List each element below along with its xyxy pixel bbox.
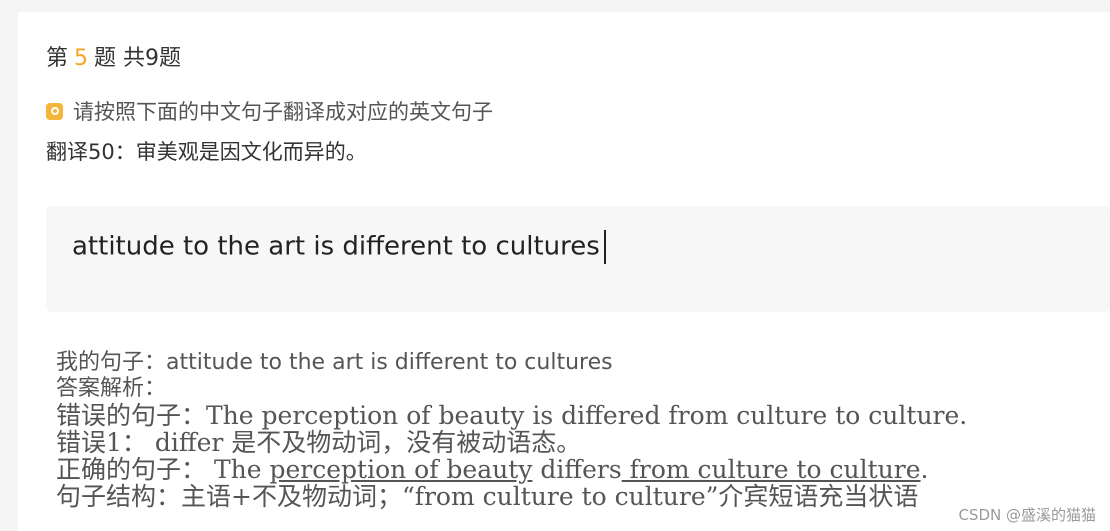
error-note: 错误1： differ 是不及物动词，没有被动语态。 bbox=[56, 428, 582, 457]
correct-part-end: . bbox=[920, 455, 929, 484]
correct-label: 正确的句子： bbox=[56, 455, 214, 484]
analysis-label: 答案解析： bbox=[56, 376, 167, 401]
question-header: 第5题 共9题 bbox=[46, 40, 181, 72]
instruction-text: 请按照下面的中文句子翻译成对应的英文句子 bbox=[73, 100, 493, 124]
instruction: 请按照下面的中文句子翻译成对应的英文句子 bbox=[46, 96, 493, 126]
correct-sentence: 正确的句子： The perception of beauty differs … bbox=[56, 456, 967, 483]
prompt-sentence: 翻译50：审美观是因文化而异的。 bbox=[46, 140, 367, 164]
wrong-sentence: 错误的句子：The perception of beauty is differ… bbox=[56, 401, 968, 430]
answer-input[interactable]: attitude to the art is different to cult… bbox=[46, 206, 1110, 312]
correct-part-verb: differs bbox=[532, 455, 622, 484]
correct-part-subject: perception of beauty bbox=[269, 455, 533, 484]
correct-part-adverbial: from culture to culture bbox=[621, 455, 921, 484]
watermark: CSDN @盛溪的猫猫 bbox=[958, 506, 1096, 524]
answer-value[interactable]: attitude to the art is different to cult… bbox=[72, 232, 600, 262]
question-card: 第5题 共9题 请按照下面的中文句子翻译成对应的英文句子 翻译50：审美观是因文… bbox=[18, 12, 1110, 531]
correct-part: The bbox=[213, 455, 270, 484]
question-icon bbox=[46, 102, 63, 120]
question-prefix: 第 bbox=[46, 46, 69, 71]
my-sentence: 我的句子：attitude to the art is different to… bbox=[56, 350, 613, 375]
question-total: 题 共9题 bbox=[94, 46, 182, 71]
sentence-structure: 句子结构：主语+不及物动词；“from culture to culture”介… bbox=[56, 482, 919, 511]
text-caret bbox=[603, 230, 606, 264]
answer-analysis: 我的句子：attitude to the art is different to… bbox=[56, 350, 967, 510]
question-number: 5 bbox=[74, 46, 89, 71]
